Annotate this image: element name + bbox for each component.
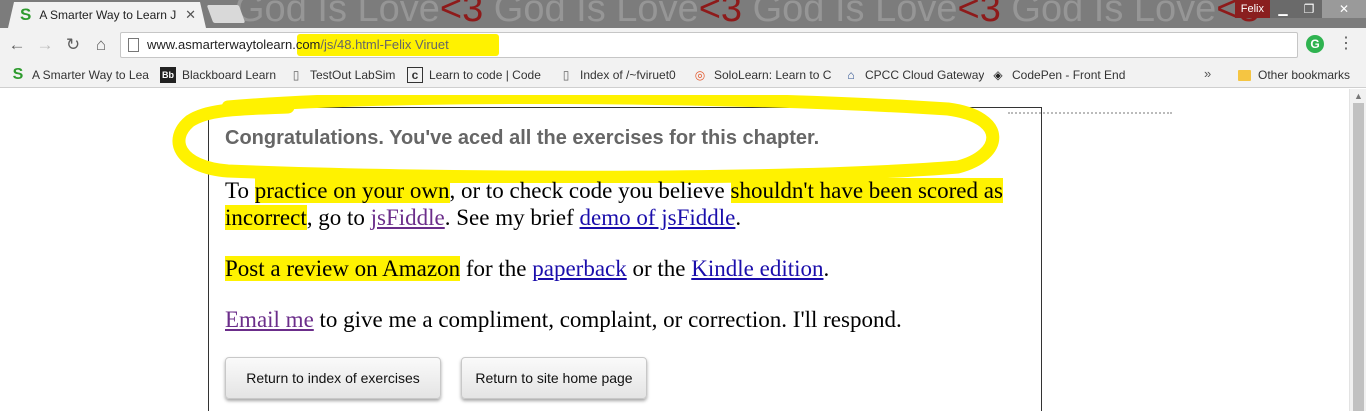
jsfiddle-demo-link[interactable]: demo of jsFiddle — [580, 205, 736, 230]
scroll-up-arrow-icon[interactable]: ▲ — [1354, 91, 1363, 101]
paperback-link[interactable]: paperback — [532, 256, 627, 281]
bookmark-item[interactable]: ◎ SoloLearn: Learn to C — [692, 66, 832, 84]
bookmark-label: Blackboard Learn — [182, 68, 277, 82]
bookmarks-overflow-icon[interactable]: » — [1204, 66, 1211, 81]
bookmark-item[interactable]: S A Smarter Way to Lea — [10, 66, 150, 84]
bookmark-item[interactable]: c Learn to code | Code — [407, 66, 545, 84]
url-text[interactable]: www.asmarterwaytolearn.com/js/48.html-Fe… — [147, 37, 449, 52]
tab-favicon-icon: S — [20, 5, 32, 24]
text: To — [225, 178, 255, 203]
page-info-icon[interactable] — [128, 38, 139, 52]
browser-toolbar: ← → ↻ ⌂ www.asmarterwaytolearn.com/js/48… — [0, 28, 1366, 62]
text: for the — [460, 256, 533, 281]
profile-name[interactable]: Felix — [1234, 0, 1270, 18]
bookmark-label: A Smarter Way to Lea — [32, 68, 149, 82]
return-to-home-button[interactable]: Return to site home page — [461, 357, 647, 399]
lock-icon: ⌂ — [847, 68, 855, 82]
grammarly-extension-icon[interactable]: G — [1306, 35, 1324, 53]
bookmark-item[interactable]: ◈ CodePen - Front End — [990, 66, 1125, 84]
jsfiddle-link[interactable]: jsFiddle — [371, 205, 445, 230]
page-icon: ▯ — [292, 68, 300, 82]
bookmark-label: SoloLearn: Learn to C — [714, 68, 832, 82]
title-bar: God Is Love<3 God Is Love<3 God Is Love<… — [0, 0, 1366, 28]
folder-icon — [1236, 67, 1252, 83]
vertical-scrollbar[interactable]: ▲ — [1349, 89, 1366, 411]
text: , or to check code you believe — [449, 178, 731, 203]
dotted-divider — [1008, 112, 1172, 114]
bookmark-item[interactable]: Bb Blackboard Learn — [160, 66, 276, 84]
highlighted-text: Post a review on Amazon — [225, 256, 461, 281]
jsfiddle-paragraph: To practice on your own, or to check cod… — [225, 177, 1025, 231]
return-to-index-button[interactable]: Return to index of exercises — [225, 357, 441, 399]
forward-arrow-icon[interactable]: → — [34, 34, 56, 56]
url-path: /js/48.html-Felix Viruet — [320, 37, 449, 52]
bookmark-label: Index of /~fviruet0 — [580, 68, 676, 82]
other-bookmarks[interactable]: Other bookmarks — [1236, 66, 1350, 84]
codepen-icon: ◈ — [993, 68, 1003, 82]
url-domain: www.asmarterwaytolearn.com — [147, 37, 321, 52]
bookmark-label: CPCC Cloud Gateway — [865, 68, 985, 82]
page-viewport: Congratulations. You've aced all the exe… — [0, 89, 1366, 411]
text: . — [823, 256, 830, 281]
bookmark-item[interactable]: ▯ Index of /~fviruet0 — [558, 66, 676, 84]
tab-title: A Smarter Way to Learn J — [39, 8, 177, 22]
email-paragraph: Email me to give me a compliment, compla… — [225, 306, 1025, 333]
desktop-wallpaper: God Is Love<3 God Is Love<3 God Is Love<… — [235, 0, 1260, 28]
close-window-button[interactable]: ✕ — [1322, 0, 1366, 18]
codecademy-icon: c — [407, 67, 423, 83]
reload-icon[interactable]: ↻ — [62, 34, 84, 56]
text: , go to — [306, 205, 371, 230]
address-bar[interactable]: www.asmarterwaytolearn.com/js/48.html-Fe… — [120, 32, 1298, 58]
bookmark-item[interactable]: ▯ TestOut LabSim — [288, 66, 396, 84]
kindle-edition-link[interactable]: Kindle edition — [691, 256, 823, 281]
highlighted-text: practice on your own — [254, 178, 450, 203]
maximize-button[interactable]: ❐ — [1296, 0, 1322, 18]
sololearn-icon: ◎ — [694, 68, 706, 82]
bookmark-item[interactable]: ⌂ CPCC Cloud Gateway — [843, 66, 984, 84]
browser-tab[interactable]: S A Smarter Way to Learn J ✕ — [8, 2, 206, 28]
bookmark-label: CodePen - Front End — [1012, 68, 1126, 82]
browser-menu-icon[interactable]: ⋮ — [1338, 33, 1354, 53]
blackboard-icon: Bb — [160, 67, 176, 83]
bookmarks-bar: S A Smarter Way to Lea Bb Blackboard Lea… — [0, 62, 1366, 88]
email-me-link[interactable]: Email me — [225, 307, 314, 332]
text: to give me a compliment, complaint, or c… — [313, 307, 902, 332]
bookmark-label: Learn to code | Code — [429, 68, 541, 82]
congratulations-heading: Congratulations. You've aced all the exe… — [225, 127, 820, 149]
page-icon: ▯ — [562, 68, 570, 82]
text: or the — [626, 256, 692, 281]
scrollbar-thumb[interactable] — [1353, 103, 1364, 411]
minimize-button[interactable]: ▁ — [1270, 0, 1296, 18]
review-paragraph: Post a review on Amazon for the paperbac… — [225, 255, 1025, 282]
home-icon[interactable]: ⌂ — [90, 34, 112, 56]
new-tab-button[interactable] — [206, 5, 246, 23]
text: . See my brief — [444, 205, 580, 230]
bookmark-label: Other bookmarks — [1258, 68, 1351, 82]
asw-icon: S — [12, 66, 24, 83]
text: . — [735, 205, 742, 230]
back-arrow-icon[interactable]: ← — [6, 34, 28, 56]
tab-close-icon[interactable]: ✕ — [185, 7, 196, 23]
bookmark-label: TestOut LabSim — [310, 68, 396, 82]
